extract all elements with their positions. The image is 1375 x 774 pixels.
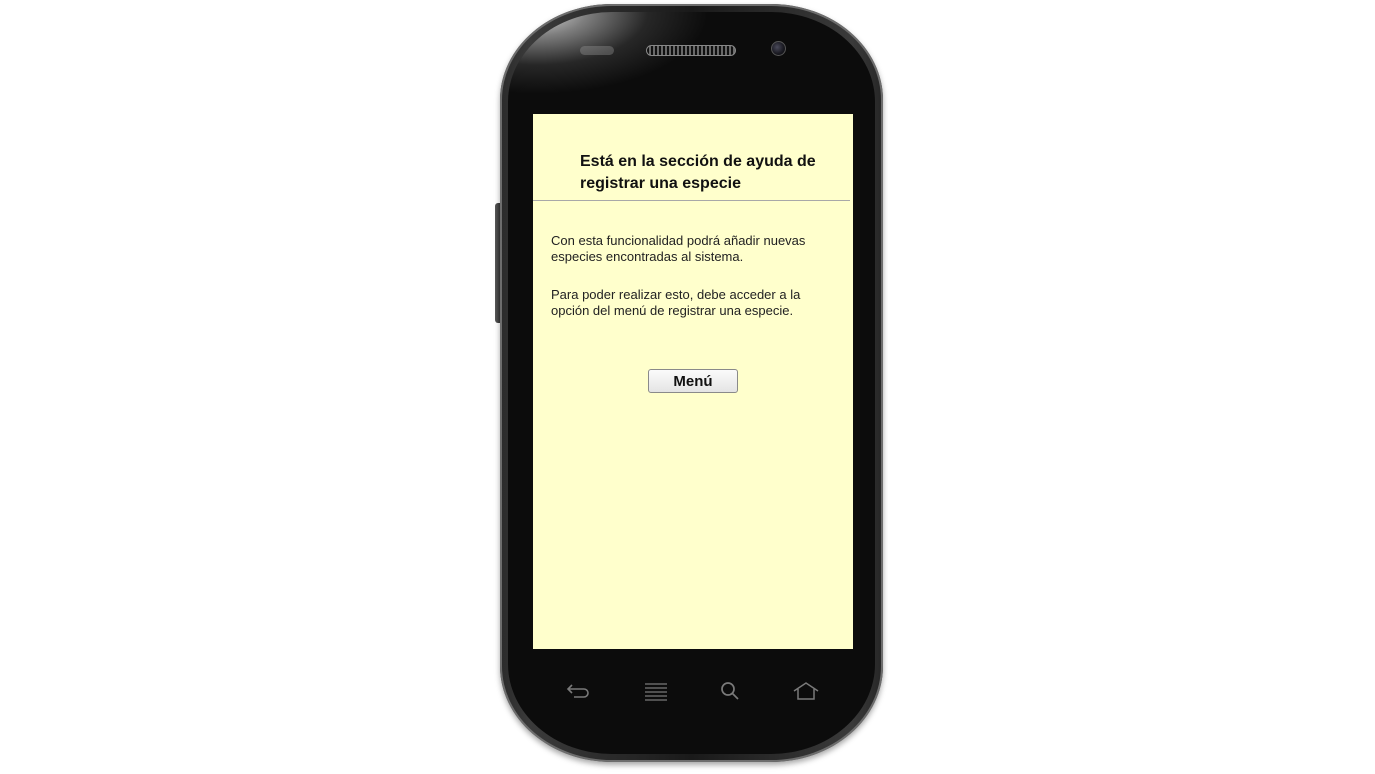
earpiece-speaker — [646, 45, 736, 56]
home-icon[interactable] — [792, 680, 820, 702]
help-paragraph-1: Con esta funcionalidad podrá añadir nuev… — [551, 233, 806, 264]
stage: Está en la sección de ayuda de registrar… — [0, 0, 1375, 774]
title-divider — [533, 200, 850, 201]
proximity-sensor — [580, 46, 614, 55]
menu-icon[interactable] — [642, 680, 670, 702]
menu-button[interactable]: Menú — [648, 369, 738, 393]
search-icon[interactable] — [716, 680, 744, 702]
help-paragraph-2: Para poder realizar esto, debe acceder a… — [551, 287, 801, 318]
help-title: Está en la sección de ayuda de registrar… — [580, 153, 816, 192]
front-camera-icon — [771, 41, 786, 56]
back-icon[interactable] — [564, 680, 592, 702]
app-screen: Está en la sección de ayuda de registrar… — [533, 114, 853, 649]
